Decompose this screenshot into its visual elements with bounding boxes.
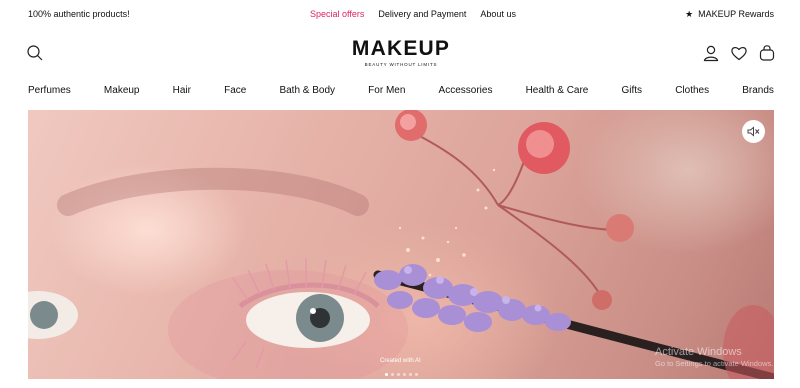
hero-banner[interactable]: Created with AI Activate Windows Go to S…: [28, 110, 774, 379]
carousel-dot[interactable]: [385, 373, 388, 376]
delivery-payment-link[interactable]: Delivery and Payment: [378, 9, 466, 19]
carousel-dot[interactable]: [397, 373, 400, 376]
top-links: Special offers Delivery and Payment Abou…: [310, 9, 516, 19]
hero-image: [28, 110, 774, 379]
carousel-dot[interactable]: [409, 373, 412, 376]
nav-item-brands[interactable]: Brands: [742, 85, 774, 103]
nav-item-health-care[interactable]: Health & Care: [526, 85, 589, 103]
star-icon: ★: [685, 8, 694, 19]
wishlist-button[interactable]: [730, 44, 748, 62]
cart-button[interactable]: [758, 44, 776, 62]
nav-item-face[interactable]: Face: [224, 85, 246, 103]
nav-item-bath-body[interactable]: Bath & Body: [279, 85, 335, 103]
bag-icon: [759, 45, 775, 61]
nav-item-for-men[interactable]: For Men: [368, 85, 405, 103]
account-button[interactable]: [702, 44, 720, 62]
speaker-muted-icon: [747, 126, 760, 137]
rewards-label: MAKEUP Rewards: [698, 9, 774, 19]
header: MAKEUP BEAUTY WITHOUT LIMITS: [0, 28, 800, 80]
search-button[interactable]: [26, 44, 44, 62]
about-us-link[interactable]: About us: [480, 9, 516, 19]
carousel-dot[interactable]: [403, 373, 406, 376]
nav-item-makeup[interactable]: Makeup: [104, 85, 140, 103]
windows-activation-watermark: Activate Windows Go to Settings to activ…: [655, 346, 773, 369]
carousel-dot[interactable]: [391, 373, 394, 376]
nav-item-hair[interactable]: Hair: [173, 85, 191, 103]
authentic-notice: 100% authentic products!: [28, 9, 130, 19]
ai-caption: Created with AI: [380, 358, 421, 364]
nav-item-perfumes[interactable]: Perfumes: [28, 85, 71, 103]
logo[interactable]: MAKEUP BEAUTY WITHOUT LIMITS: [341, 38, 461, 68]
logo-text: MAKEUP: [351, 37, 451, 60]
logo-tagline: BEAUTY WITHOUT LIMITS: [364, 62, 438, 67]
watermark-subtitle: Go to Settings to activate Windows.: [655, 359, 774, 368]
mute-button[interactable]: [742, 120, 765, 143]
top-bar: 100% authentic products! Special offers …: [0, 0, 800, 28]
nav-item-accessories[interactable]: Accessories: [439, 85, 493, 103]
nav-item-clothes[interactable]: Clothes: [675, 85, 709, 103]
nav-item-gifts[interactable]: Gifts: [622, 85, 643, 103]
search-icon: [27, 45, 43, 61]
watermark-title: Activate Windows: [655, 346, 742, 358]
rewards-link[interactable]: ★ MAKEUP Rewards: [685, 9, 774, 19]
account-icon: [703, 45, 719, 62]
carousel-dots: [385, 373, 418, 376]
main-nav: Perfumes Makeup Hair Face Bath & Body Fo…: [28, 85, 774, 103]
heart-icon: [731, 47, 747, 61]
special-offers-link[interactable]: Special offers: [310, 9, 364, 19]
carousel-dot[interactable]: [415, 373, 418, 376]
